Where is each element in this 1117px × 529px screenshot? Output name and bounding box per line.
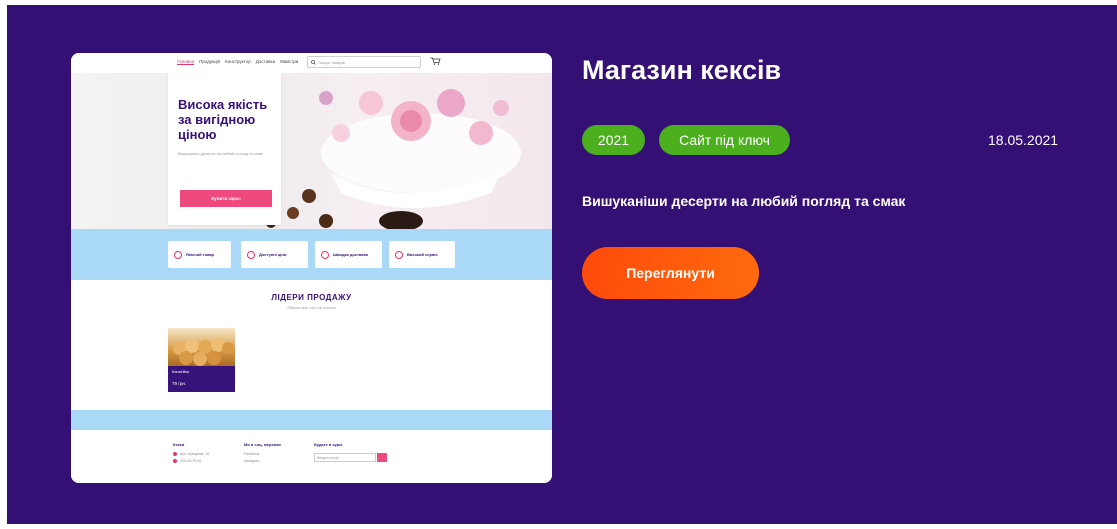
feature-service: Високий сервіс [389,241,455,268]
cart-icon [430,57,441,65]
cup-icon [174,250,182,259]
preview-footer: Кекси вул. Хрещатик, 10 000-00-70-00 Ми … [71,430,552,483]
check-icon [247,250,255,259]
feature-quality: Якісний товар [168,241,231,268]
product-price: 79 грн. [172,381,187,386]
footer-col2-title: Ми в соц. мережах [244,442,281,447]
feature-quality-label: Якісний товар [186,252,215,257]
preview-nav-home: Головна [177,59,195,65]
footer-phone: 000-00-70-00 [173,459,209,464]
footer-col-subscribe: Будьте в курсі [314,442,342,452]
view-button[interactable]: Переглянути [582,247,759,299]
footer-col3-title: Будьте в курсі [314,442,343,447]
search-icon [311,59,316,65]
hero-buy-button: Купити зараз [180,190,272,207]
product-name: Капкейки [172,369,189,374]
site-preview[interactable]: Головна Продукція Конструктор Доставка М… [71,53,552,483]
project-title: Магазин кексів [582,55,782,85]
location-icon [173,452,177,457]
preview-nav-links: Головна Продукція Конструктор Доставка М… [177,59,298,65]
feature-prices-label: Доступні ціни [259,252,287,257]
year-badge: 2021 [582,125,645,155]
cupcake-photo [173,338,234,366]
footer-email-input: Введіть email [314,453,376,462]
feature-delivery-label: Швидка доставка [333,252,368,257]
preview-blue-band [71,410,552,430]
leaders-title: ЛІДЕРИ ПРОДАЖУ [271,293,352,302]
preview-nav-products: Продукція [199,59,221,64]
footer-subscribe-button [377,453,387,462]
product-card: Капкейки 79 грн. [168,328,235,392]
footer-col1-title: Кекси [173,442,185,447]
hero-subtitle: Вишуканіші десерти на любий погляд та см… [178,151,263,156]
feature-delivery: Швидка доставка [315,241,382,268]
service-icon [395,250,403,259]
hero-title: Висока якість за вигідною ціною [178,97,268,142]
leaders-subtitle: Оберіть кекс, торт чи тістечко [287,306,336,310]
footer-phone-text: 000-00-70-00 [180,459,202,464]
preview-features-band: Якісний товар Доступні ціни Швидка доста… [71,229,552,280]
feature-service-label: Високий сервіс [407,252,438,257]
preview-nav-masters: Майстри [280,59,299,64]
preview-hero [71,73,552,229]
category-badge: Сайт під ключ [659,125,790,155]
calendar-icon [321,250,329,259]
footer-col-social: Ми в соц. мережах Facebook Instagram [244,442,281,466]
project-description: Вишуканіши десерти на любий погляд та см… [582,193,906,209]
footer-col-contacts: Кекси вул. Хрещатик, 10 000-00-70-00 [173,442,209,466]
preview-search-field: Пошук товарів [307,56,421,68]
preview-nav-delivery: Доставка [255,59,276,64]
footer-address: вул. Хрещатик, 10 [173,452,210,457]
preview-nav: Головна Продукція Конструктор Доставка М… [71,53,552,73]
feature-prices: Доступні ціни [241,241,308,268]
preview-search-placeholder: Пошук товарів [318,59,345,65]
footer-link-facebook: Facebook [244,452,260,456]
hero-flowers-image [266,89,521,229]
footer-link-instagram: Instagram [244,459,260,463]
project-date: 18.05.2021 [988,132,1059,148]
footer-address-text: вул. Хрещатик, 10 [180,452,210,456]
phone-icon [173,459,177,464]
cupcake-image [168,328,235,366]
preview-nav-constructor: Конструктор [225,59,251,64]
